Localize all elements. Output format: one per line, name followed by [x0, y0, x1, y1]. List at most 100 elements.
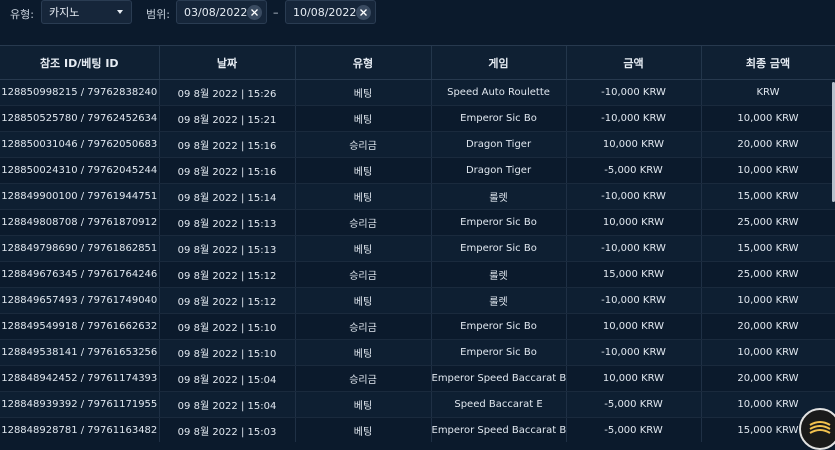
final-amount-cell: 15,000 KRW [701, 235, 835, 262]
filter-bar: 유형: 카지노 범위: 03/08/2022 – 10/08/2022 [0, 0, 835, 27]
final-amount-cell: 10,000 KRW [701, 157, 835, 184]
date-from-value: 03/08/2022 [184, 5, 248, 19]
final-amount-cell: 20,000 KRW [701, 365, 835, 392]
game-cell: 룰렛 [431, 261, 567, 288]
column-header-final-amount[interactable]: 최종 금액 [701, 46, 835, 80]
amount-cell: 10,000 KRW [566, 131, 702, 158]
table-header-row: 참조 ID/베팅 ID 날짜 유형 게임 금액 최종 금액 [0, 46, 835, 80]
date-to-input[interactable]: 10/08/2022 [285, 0, 376, 24]
transactions-table-container: 참조 ID/베팅 ID 날짜 유형 게임 금액 최종 금액 1288509982… [0, 45, 835, 442]
type-cell: 베팅 [295, 287, 432, 314]
column-header-type[interactable]: 유형 [295, 46, 432, 80]
amount-cell: -10,000 KRW [566, 235, 702, 262]
ref-id-cell: 128850525780 / 79762452634 [0, 105, 160, 132]
close-icon[interactable] [356, 5, 371, 20]
date-to-value: 10/08/2022 [293, 5, 357, 19]
amount-cell: -10,000 KRW [566, 287, 702, 314]
type-cell: 승리금 [295, 261, 432, 288]
table-row[interactable]: 128849676345 / 79761764246 09 8월 2022 | 1… [0, 261, 835, 288]
final-amount-cell: 10,000 KRW [701, 105, 835, 132]
amount-cell: -10,000 KRW [566, 105, 702, 132]
table-row[interactable]: 128849538141 / 79761653256 09 8월 2022 | 1… [0, 339, 835, 366]
table-row[interactable]: 128850998215 / 79762838240 09 8월 2022 | 1… [0, 79, 835, 106]
table-row[interactable]: 128848939392 / 79761171955 09 8월 2022 | 1… [0, 391, 835, 418]
type-select[interactable]: 카지노 [41, 0, 132, 24]
table-row[interactable]: 128849657493 / 79761749040 09 8월 2022 | 1… [0, 287, 835, 314]
table-row[interactable]: 128849798690 / 79761862851 09 8월 2022 | 1… [0, 235, 835, 262]
ref-id-cell: 128849798690 / 79761862851 [0, 235, 160, 262]
date-cell: 09 8월 2022 | 15:16 [159, 131, 296, 158]
final-amount-cell: 15,000 KRW [701, 183, 835, 210]
ref-id-cell: 128849676345 / 79761764246 [0, 261, 160, 288]
final-amount-cell: 25,000 KRW [701, 261, 835, 288]
final-amount-cell: 20,000 KRW [701, 313, 835, 340]
column-header-date[interactable]: 날짜 [159, 46, 296, 80]
amount-cell: -10,000 KRW [566, 339, 702, 366]
date-cell: 09 8월 2022 | 15:16 [159, 157, 296, 184]
amount-cell: -5,000 KRW [566, 157, 702, 184]
amount-cell: 10,000 KRW [566, 313, 702, 340]
game-cell: Emperor Sic Bo [431, 313, 567, 340]
date-cell: 09 8월 2022 | 15:04 [159, 391, 296, 418]
date-cell: 09 8월 2022 | 15:13 [159, 235, 296, 262]
date-cell: 09 8월 2022 | 15:26 [159, 79, 296, 106]
game-cell: Speed Auto Roulette [431, 79, 567, 106]
table-row[interactable]: 128850031046 / 79762050683 09 8월 2022 | 1… [0, 131, 835, 158]
type-cell: 승리금 [295, 365, 432, 392]
type-cell: 베팅 [295, 79, 432, 106]
ref-id-cell: 128848928781 / 79761163482 [0, 417, 160, 442]
type-cell: 베팅 [295, 417, 432, 442]
date-cell: 09 8월 2022 | 15:10 [159, 339, 296, 366]
type-cell: 베팅 [295, 235, 432, 262]
type-cell: 승리금 [295, 131, 432, 158]
column-header-game[interactable]: 게임 [431, 46, 567, 80]
game-cell: 룰렛 [431, 183, 567, 210]
table-row[interactable]: 128850525780 / 79762452634 09 8월 2022 | 1… [0, 105, 835, 132]
date-from-input[interactable]: 03/08/2022 [176, 0, 267, 24]
table-row[interactable]: 128849900100 / 79761944751 09 8월 2022 | 1… [0, 183, 835, 210]
close-icon[interactable] [247, 5, 262, 20]
table-row[interactable]: 128849549918 / 79761662632 09 8월 2022 | 1… [0, 313, 835, 340]
ref-id-cell: 128850024310 / 79762045244 [0, 157, 160, 184]
ref-id-cell: 128849538141 / 79761653256 [0, 339, 160, 366]
table-row[interactable]: 128848928781 / 79761163482 09 8월 2022 | 1… [0, 417, 835, 442]
type-cell: 베팅 [295, 339, 432, 366]
range-filter-label: 범위: [146, 8, 170, 21]
date-range-separator: – [273, 6, 279, 19]
type-cell: 베팅 [295, 183, 432, 210]
column-header-ref-id[interactable]: 참조 ID/베팅 ID [0, 46, 160, 80]
type-cell: 베팅 [295, 157, 432, 184]
type-cell: 베팅 [295, 105, 432, 132]
game-cell: Speed Baccarat E [431, 391, 567, 418]
ref-id-cell: 128848942452 / 79761174393 [0, 365, 160, 392]
ref-id-cell: 128850031046 / 79762050683 [0, 131, 160, 158]
final-amount-cell: 20,000 KRW [701, 131, 835, 158]
game-cell: Dragon Tiger [431, 131, 567, 158]
table-row[interactable]: 128850024310 / 79762045244 09 8월 2022 | 1… [0, 157, 835, 184]
game-cell: Emperor Speed Baccarat B [431, 417, 567, 442]
table-row[interactable]: 128848942452 / 79761174393 09 8월 2022 | 1… [0, 365, 835, 392]
final-amount-cell: 10,000 KRW [701, 287, 835, 314]
transactions-table: 참조 ID/베팅 ID 날짜 유형 게임 금액 최종 금액 1288509982… [0, 46, 835, 442]
ref-id-cell: 128849900100 / 79761944751 [0, 183, 160, 210]
date-cell: 09 8월 2022 | 15:12 [159, 287, 296, 314]
ref-id-cell: 128850998215 / 79762838240 [0, 79, 160, 106]
table-row[interactable]: 128849808708 / 79761870912 09 8월 2022 | 1… [0, 209, 835, 236]
game-cell: Emperor Sic Bo [431, 209, 567, 236]
type-filter-label: 유형: [10, 8, 34, 21]
amount-cell: -10,000 KRW [566, 79, 702, 106]
date-cell: 09 8월 2022 | 15:04 [159, 365, 296, 392]
game-cell: Dragon Tiger [431, 157, 567, 184]
date-cell: 09 8월 2022 | 15:21 [159, 105, 296, 132]
type-cell: 승리금 [295, 313, 432, 340]
type-cell: 승리금 [295, 209, 432, 236]
ref-id-cell: 128849657493 / 79761749040 [0, 287, 160, 314]
date-cell: 09 8월 2022 | 15:14 [159, 183, 296, 210]
amount-cell: -5,000 KRW [566, 417, 702, 442]
column-header-amount[interactable]: 금액 [566, 46, 702, 80]
ref-id-cell: 128849808708 / 79761870912 [0, 209, 160, 236]
game-cell: Emperor Sic Bo [431, 235, 567, 262]
brand-logo-icon[interactable] [799, 408, 835, 450]
ref-id-cell: 128849549918 / 79761662632 [0, 313, 160, 340]
date-cell: 09 8월 2022 | 15:10 [159, 313, 296, 340]
